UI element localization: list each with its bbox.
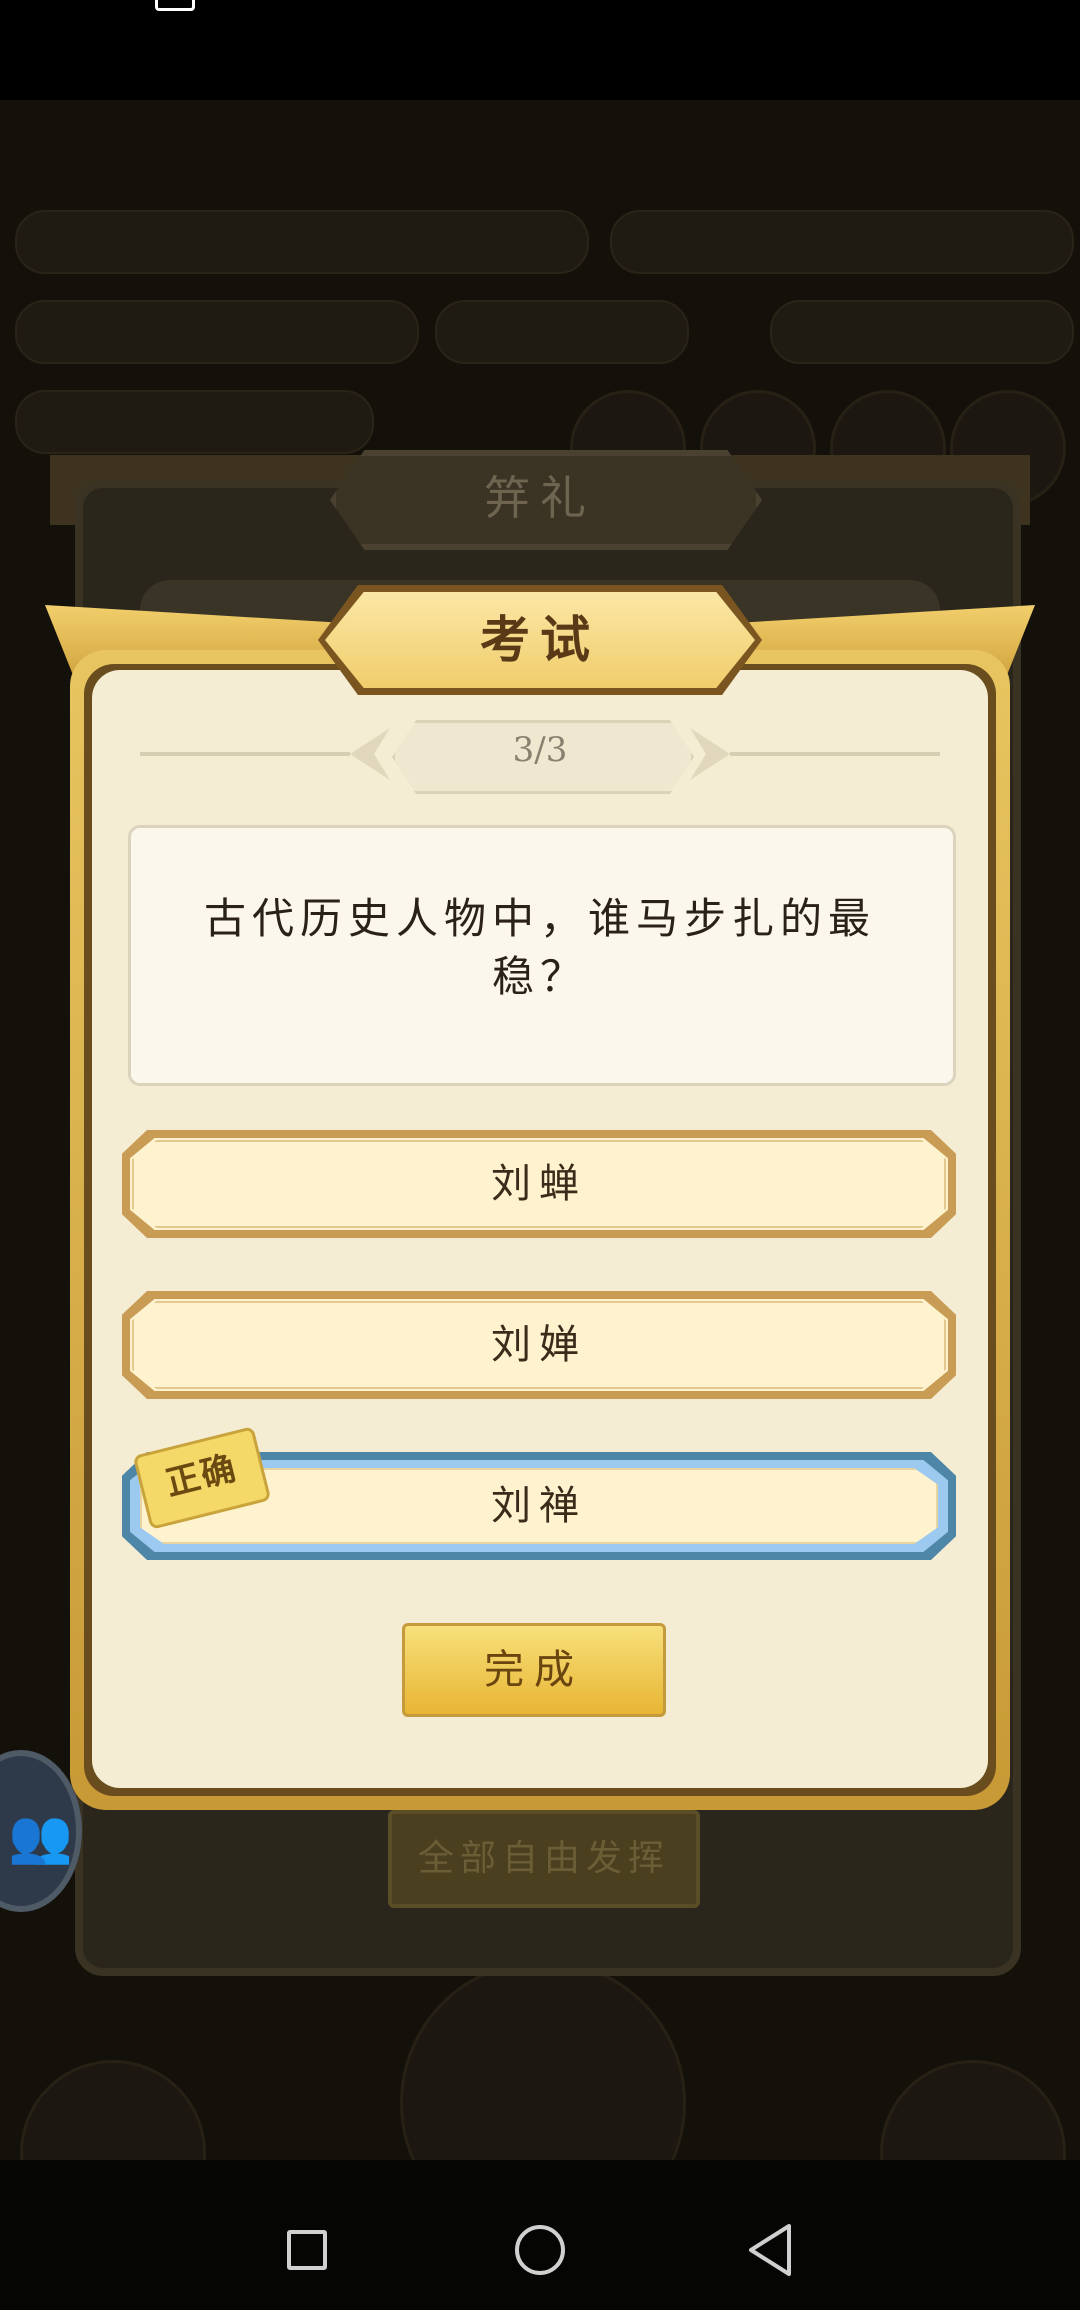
- bg-info-bar: [15, 390, 374, 454]
- status-bar: [0, 0, 1080, 100]
- circle-icon[interactable]: [515, 2225, 565, 2275]
- answer-option-1[interactable]: 刘蝉: [122, 1130, 956, 1238]
- progress-divider: [730, 752, 940, 756]
- bg-info-bar: [435, 300, 689, 364]
- bg-info-bar: [15, 210, 589, 274]
- background-panel-title: 笄礼: [484, 471, 596, 525]
- free-play-all-button: 全部自由发挥: [388, 1810, 700, 1908]
- answer-option-label: 刘蝉: [491, 1161, 587, 1207]
- done-button[interactable]: 完成: [402, 1623, 666, 1717]
- dialog-title: 考试: [480, 610, 600, 669]
- bg-info-bar: [15, 300, 419, 364]
- bg-info-bar: [610, 210, 1074, 274]
- question-text: 古代历史人物中，谁马步扎的最稳？: [203, 894, 876, 1001]
- question-progress: 3/3: [512, 730, 568, 770]
- square-icon[interactable]: [287, 2230, 327, 2270]
- answer-option-2[interactable]: 刘婵: [122, 1291, 956, 1399]
- progress-divider: [140, 752, 350, 756]
- bg-info-bar: [770, 300, 1074, 364]
- answer-option-label: 刘婵: [491, 1322, 587, 1368]
- people-icon: 👥: [8, 1807, 73, 1867]
- back-triangle-icon[interactable]: [745, 2222, 795, 2278]
- status-icon: [155, 0, 195, 11]
- game-screen: 笄礼 全部自由发挥 👥 考试 3/3 古代历史人物中，谁马步扎的最稳？ 刘蝉 刘…: [0, 0, 1080, 2310]
